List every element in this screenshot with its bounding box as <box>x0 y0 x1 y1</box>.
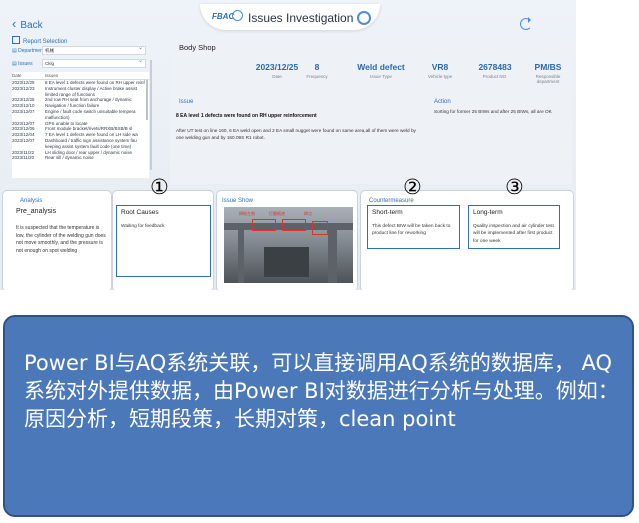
loading-ring-icon <box>357 11 371 25</box>
marker-1: ① <box>150 175 169 199</box>
annotation-box <box>282 219 306 231</box>
filter-label-text: Department <box>18 48 45 54</box>
table-header: Date Issues <box>12 72 149 80</box>
pre-analysis-title: Pre_analysis <box>16 208 57 215</box>
department-value: Body Shop <box>179 43 216 52</box>
product-no-value: 2678483 <box>478 62 512 72</box>
issues-table: Date Issues 2023/12/25 8 EA level 1 defec… <box>12 72 149 178</box>
kv-frequency: 8 Frequency <box>304 62 330 79</box>
back-button[interactable]: ‹ Back <box>12 16 43 31</box>
issue-description: After UT test on line 160, 6 EA weld ope… <box>176 128 416 140</box>
callout-text: Power BI与AQ系统关联，可以直接调用AQ系统的数据库， AQ系统对外提供… <box>24 351 619 431</box>
responsible-label: Responsible department <box>535 74 561 84</box>
filter-label-issues: ▤ Issues <box>12 61 33 67</box>
issue-detail-panel: Body Shop 2023/12/25 Date 8 Frequency We… <box>170 36 572 184</box>
col-date: Date <box>12 73 22 78</box>
report-selection-heading: Report Selection <box>12 36 67 45</box>
explanation-callout: Power BI与AQ系统关联，可以直接调用AQ系统的数据库， AQ系统对外提供… <box>3 315 634 517</box>
pre-analysis-text: It is suspected that the temperature is … <box>16 225 106 255</box>
short-term-box: Short-term This defect BIW will be taken… <box>367 205 460 249</box>
vehicle-type-label: Vehicle type <box>427 74 453 79</box>
kv-product-no: 2678483 Product NO. <box>475 62 515 79</box>
filter-label-department: ▤ Department <box>12 48 45 54</box>
defect-photo: 焊枪左侧 打磨痕迹 焊点 <box>224 207 353 283</box>
company-logo: FBAC <box>212 12 235 21</box>
short-term-title: Short-term <box>372 209 403 216</box>
refresh-icon[interactable] <box>520 17 532 30</box>
kv-responsible: PM/BS Responsible department <box>530 62 566 84</box>
root-causes-title: Root Causes <box>121 209 159 216</box>
table-row[interactable]: 2023/11/20 Rear sill / dynamic noise <box>12 155 149 161</box>
marker-3: ③ <box>505 175 524 199</box>
page-title: Issues Investigation <box>248 11 354 25</box>
photo-tag: 焊枪左侧 <box>239 211 255 216</box>
action-description: Sorting for former 25 BIWs and after 25 … <box>434 109 552 114</box>
date-value: 2023/12/25 <box>255 62 299 72</box>
photo-post <box>238 229 244 283</box>
chevron-left-icon: ‹ <box>12 16 17 31</box>
long-term-text: Quality inspection and air cylinder test… <box>473 224 554 244</box>
row-issue: Rear sill / dynamic noise <box>45 155 94 161</box>
photo-tag: 打磨痕迹 <box>269 211 285 216</box>
action-section-label: Action <box>434 99 451 105</box>
kv-date: 2023/12/25 Date <box>254 62 300 79</box>
long-term-title: Long-term <box>473 209 503 216</box>
scrollbar[interactable] <box>146 80 148 120</box>
root-causes-box: Root Causes Waiting for feedback <box>116 205 211 277</box>
issue-section-label: Issue <box>179 99 194 105</box>
issue-type-label: Issue Type <box>370 74 392 79</box>
long-term-box: Long-term Quality inspection and air cyl… <box>468 205 560 249</box>
back-label: Back <box>20 20 43 31</box>
calendar-icon <box>12 36 20 44</box>
kv-issue-type: Weld defect Issue Type <box>355 62 407 79</box>
filter-label-text: Issues <box>18 61 33 67</box>
issues-dropdown[interactable]: Cklg <box>42 58 146 68</box>
issue-title: 8 EA level 1 defects were found on RH up… <box>176 113 317 119</box>
photo-post <box>328 229 337 283</box>
frequency-label: Frequency <box>306 74 328 79</box>
report-selection-label: Report Selection <box>23 39 68 45</box>
analysis-label: Analysis <box>20 198 43 204</box>
logo-ring-icon <box>232 10 243 21</box>
root-causes-text: Waiting for feedback <box>121 224 165 229</box>
vehicle-type-value: VR8 <box>431 62 449 72</box>
header-bar: FBAC Issues Investigation <box>200 4 380 30</box>
department-dropdown[interactable]: 机械 <box>42 45 146 55</box>
issue-type-value: Weld defect <box>357 62 405 72</box>
responsible-value: PM/BS <box>534 62 562 72</box>
photo-tag: 焊点 <box>304 211 312 216</box>
annotation-box <box>252 219 276 231</box>
date-label: Date <box>272 74 282 79</box>
short-term-text: This defect BIW will be taken back to pr… <box>372 224 451 237</box>
issue-show-label: Issue Show <box>222 198 254 204</box>
product-no-label: Product NO. <box>482 74 508 79</box>
panel-divider <box>150 60 152 170</box>
frequency-value: 8 <box>314 62 320 72</box>
marker-2: ② <box>403 175 422 199</box>
table-body: 2023/12/25 8 EA level 1 defects were foun… <box>12 80 149 161</box>
photo-welding-gun <box>264 247 309 277</box>
col-issues: Issues <box>45 73 59 78</box>
annotation-box <box>312 221 328 235</box>
kv-vehicle-type: VR8 Vehicle type <box>425 62 455 79</box>
row-date: 2023/11/20 <box>12 155 35 161</box>
dashboard-screenshot: FBAC Issues Investigation ‹ Back Report S… <box>0 0 576 290</box>
